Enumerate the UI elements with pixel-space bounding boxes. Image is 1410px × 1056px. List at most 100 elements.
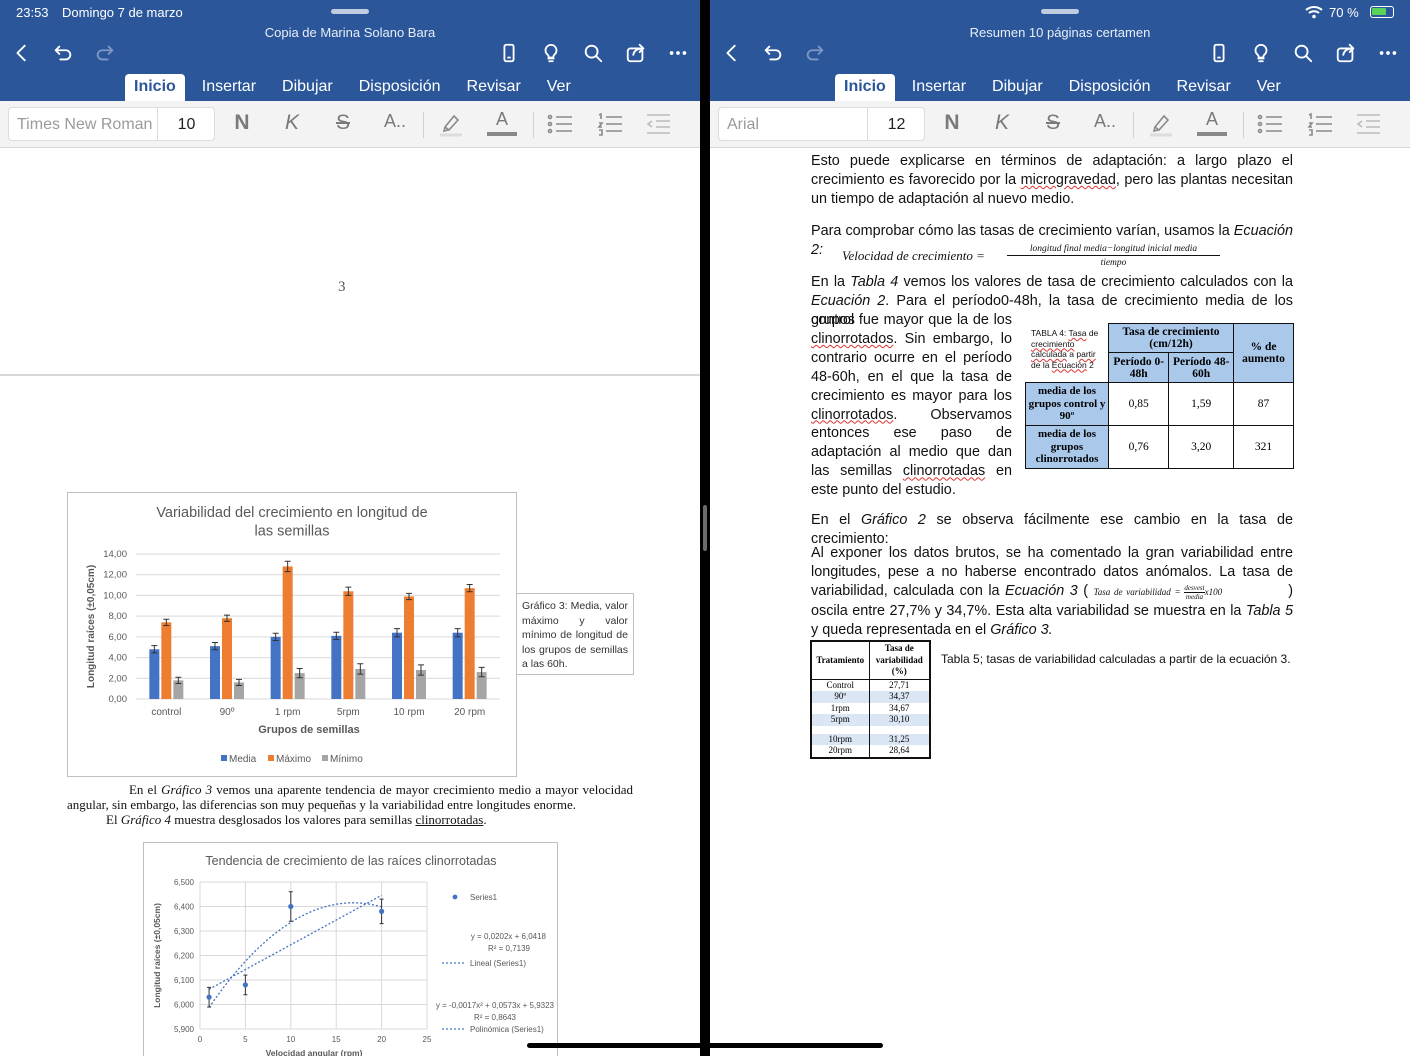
share-icon[interactable]: [623, 40, 649, 66]
document-title[interactable]: Resumen 10 páginas certamen: [710, 25, 1410, 40]
font-color-swatch: [487, 132, 517, 136]
legend-label: Máximo: [276, 754, 311, 765]
window-grabber[interactable]: [331, 9, 369, 14]
table-header: Período 48-60h: [1168, 352, 1234, 383]
y-tick-label: 4,00: [109, 653, 128, 664]
font-selector[interactable]: Arial 12: [718, 107, 925, 141]
italic-button[interactable]: K: [987, 111, 1017, 135]
ribbon-tabs: Inicio Insertar Dibujar Disposición Revi…: [125, 74, 588, 101]
tab-disposicion[interactable]: Disposición: [1060, 74, 1160, 101]
x-tick-label: 1 rpm: [275, 707, 301, 718]
tab-insertar[interactable]: Insertar: [193, 74, 265, 101]
phone-view-icon[interactable]: [496, 40, 522, 66]
font-name-field[interactable]: Arial: [727, 116, 863, 134]
format-ribbon: Times New Roman 10 N K S A.. A: [0, 101, 700, 148]
bar: [161, 622, 172, 699]
x-tick-label: 90º: [220, 707, 235, 718]
tab-revisar[interactable]: Revisar: [1168, 74, 1240, 101]
strikethrough-button[interactable]: S: [328, 111, 358, 135]
chart-title: Tendencia de crecimiento de las raíces c…: [205, 854, 496, 868]
tab-inicio[interactable]: Inicio: [835, 74, 895, 101]
numbered-list-icon[interactable]: [1306, 111, 1336, 137]
tab-inicio[interactable]: Inicio: [125, 74, 185, 101]
table-caption-cell: [1025, 323, 1109, 383]
decrease-indent-icon[interactable]: [1354, 111, 1384, 137]
more-icon[interactable]: [1375, 40, 1401, 66]
bullet-list-icon[interactable]: [546, 111, 576, 137]
bar: [464, 588, 475, 699]
font-color-button[interactable]: A: [487, 109, 517, 130]
bar-chart: Variabilidad del crecimiento en longitud…: [86, 505, 500, 765]
font-name-field[interactable]: Times New Roman: [17, 116, 153, 134]
undo-icon[interactable]: [50, 40, 76, 66]
chart-title: Variabilidad del crecimiento en longitud…: [156, 505, 427, 521]
legend-swatch: [268, 755, 274, 761]
lightbulb-icon[interactable]: [1248, 40, 1274, 66]
battery-percent: 70 %: [1329, 5, 1359, 20]
equation-numerator: longitud final media−longitud inicial me…: [1007, 243, 1220, 256]
font-selector[interactable]: Times New Roman 10: [8, 107, 215, 141]
tab-revisar[interactable]: Revisar: [458, 74, 530, 101]
legend-label: Mínimo: [330, 754, 363, 765]
lightbulb-icon[interactable]: [538, 40, 564, 66]
window-grabber[interactable]: [1041, 9, 1079, 14]
redo-icon[interactable]: [802, 40, 828, 66]
document-title[interactable]: Copia de Marina Solano Bara: [0, 25, 700, 40]
tab-dibujar[interactable]: Dibujar: [273, 74, 342, 101]
share-icon[interactable]: [1333, 40, 1359, 66]
italic-button[interactable]: K: [277, 111, 307, 135]
y-tick-label: 6,00: [109, 632, 128, 643]
table-header: Tasa de variabilidad (%): [868, 641, 930, 680]
font-color-button[interactable]: A: [1197, 109, 1227, 130]
ribbon-tabs: Inicio Insertar Dibujar Disposición Revi…: [835, 74, 1298, 101]
x-tick-label: control: [151, 707, 181, 718]
font-size-field[interactable]: 12: [867, 108, 925, 140]
data-point: [288, 903, 294, 910]
x-tick-label: 15: [332, 1035, 341, 1044]
undo-icon[interactable]: [760, 40, 786, 66]
format-ribbon: Arial 12 N K S A.. A: [710, 101, 1410, 148]
table-header: Período 0-48h: [1107, 352, 1170, 383]
table-caption: Tabla 5; tasas de variabilidad calculada…: [941, 652, 1291, 666]
table-cell: 31,25: [868, 733, 930, 745]
numbered-list-icon[interactable]: [596, 111, 626, 137]
tab-ver[interactable]: Ver: [538, 74, 580, 101]
bold-button[interactable]: N: [937, 111, 967, 135]
trendline-equation: y = 0,0202x + 6,0418: [471, 932, 547, 941]
body-paragraph: Esto puede explicarse en términos de ada…: [811, 153, 1293, 207]
bold-button[interactable]: N: [227, 111, 257, 135]
y-tick-label: 2,00: [109, 673, 128, 684]
back-icon[interactable]: [9, 40, 35, 66]
more-icon[interactable]: [665, 40, 691, 66]
search-icon[interactable]: [580, 40, 606, 66]
tab-ver[interactable]: Ver: [1248, 74, 1290, 101]
strikethrough-button[interactable]: S: [1038, 111, 1068, 135]
legend-label: Media: [229, 754, 257, 765]
bar-chart-container[interactable]: Variabilidad del crecimiento en longitud…: [67, 492, 517, 777]
body-paragraph: El Gráfico 4 muestra desglosados los val…: [67, 812, 487, 827]
chart-caption: Gráfico 3: Media, valor máximo y valor m…: [516, 593, 634, 675]
text-style-button[interactable]: A..: [1090, 111, 1120, 132]
search-icon[interactable]: [1290, 40, 1316, 66]
redo-icon[interactable]: [92, 40, 118, 66]
text-style-button[interactable]: A..: [380, 111, 410, 132]
scatter-chart-container[interactable]: Tendencia de crecimiento de las raíces c…: [143, 842, 558, 1056]
back-icon[interactable]: [719, 40, 745, 66]
equation-lhs: Velocidad de crecimiento =: [842, 248, 985, 263]
table-cell: 30,10: [868, 714, 930, 726]
tab-insertar[interactable]: Insertar: [903, 74, 975, 101]
phone-view-icon[interactable]: [1206, 40, 1232, 66]
highlighter-icon[interactable]: [437, 111, 467, 137]
tab-dibujar[interactable]: Dibujar: [983, 74, 1052, 101]
table-cell: 28,64: [868, 745, 930, 758]
table-cell: 1rpm: [810, 702, 869, 714]
x-tick-label: 20: [377, 1035, 386, 1044]
bullet-list-icon[interactable]: [1256, 111, 1286, 137]
tab-disposicion[interactable]: Disposición: [350, 74, 450, 101]
data-point: [206, 994, 212, 1000]
decrease-indent-icon[interactable]: [644, 111, 674, 137]
font-size-field[interactable]: 10: [157, 108, 215, 140]
split-view-handle[interactable]: [703, 505, 707, 551]
highlighter-icon[interactable]: [1147, 111, 1177, 137]
home-indicator[interactable]: [527, 1043, 883, 1048]
